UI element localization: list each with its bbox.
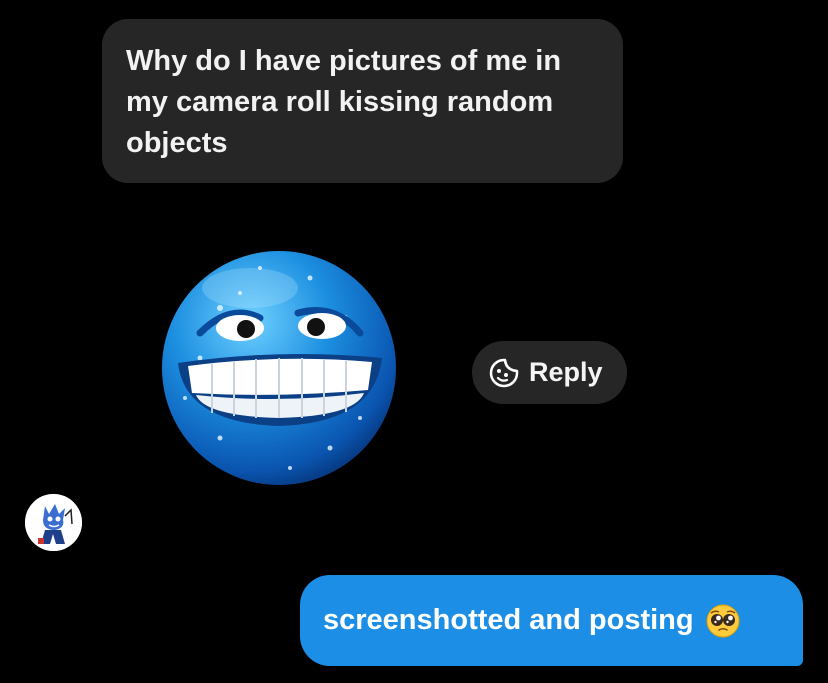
sent-message-text: screenshotted and posting [323, 604, 694, 636]
received-message-text: Why do I have pictures of me in my camer… [126, 45, 562, 159]
blue-grinning-sweating-face-sticker[interactable] [160, 248, 398, 488]
reply-label: Reply [529, 357, 603, 387]
reply-button[interactable]: Reply [472, 341, 627, 404]
sticker-reply-icon [489, 358, 519, 387]
pleading-face-emoji [706, 604, 740, 637]
received-message-bubble[interactable]: Why do I have pictures of me in my camer… [102, 19, 623, 183]
sender-avatar[interactable] [25, 494, 82, 551]
cartoon-character-avatar [25, 494, 82, 551]
sent-message-bubble[interactable]: screenshotted and posting [300, 575, 803, 666]
